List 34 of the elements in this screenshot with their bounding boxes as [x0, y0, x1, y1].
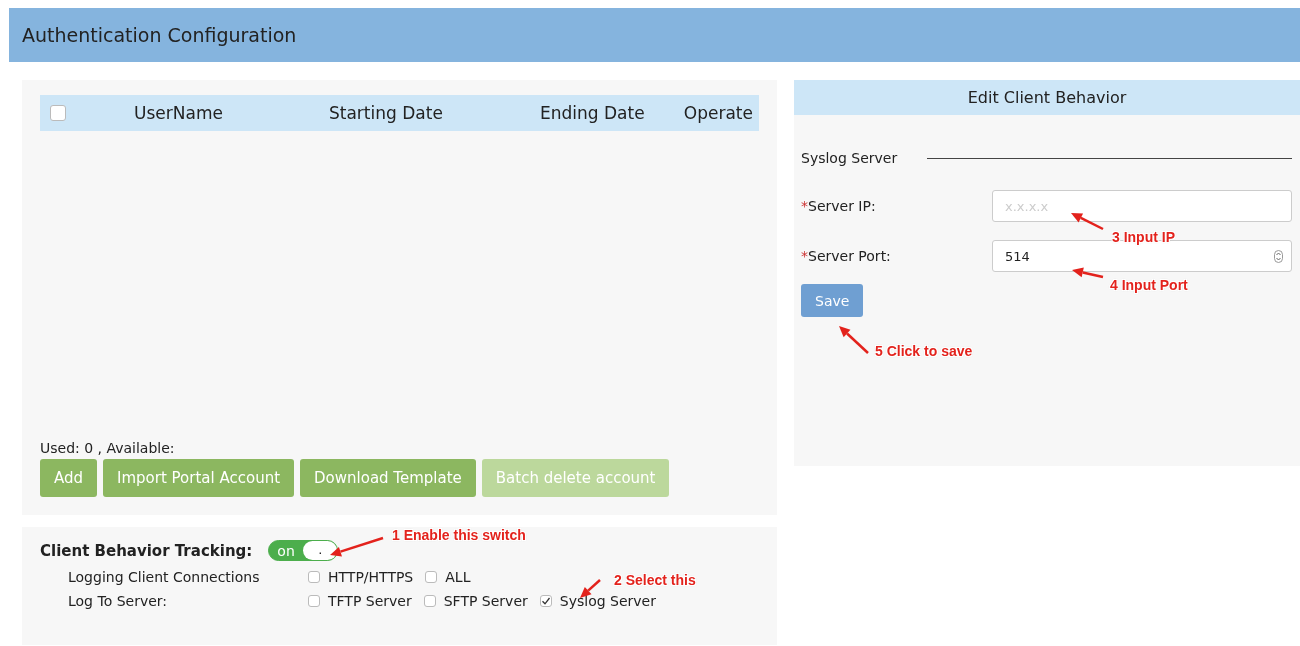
- checkbox[interactable]: [539, 595, 552, 607]
- option-label: SFTP Server: [443, 593, 528, 609]
- checkbox[interactable]: [425, 571, 438, 583]
- option-label: HTTP/HTTPS: [328, 569, 414, 585]
- panel-title: Edit Client Behavior: [794, 80, 1300, 115]
- annotation-label: 1 Enable this switch: [392, 527, 526, 543]
- column-header: Starting Date: [328, 103, 444, 123]
- save-button[interactable]: Save: [801, 284, 864, 317]
- column-header: UserName: [133, 103, 224, 123]
- row-label: Log To Server:: [68, 593, 169, 609]
- usage-text: Used: 0 , Available:: [40, 440, 176, 456]
- column-header: Operate: [682, 103, 754, 123]
- checkbox[interactable]: [308, 595, 320, 607]
- toggle-switch[interactable]: on .: [268, 540, 339, 561]
- checkbox[interactable]: [423, 595, 436, 607]
- action-button[interactable]: Add: [40, 459, 98, 497]
- spinner-icon[interactable]: [1274, 250, 1283, 263]
- action-button[interactable]: Download Template: [300, 459, 476, 497]
- section-label: Client Behavior Tracking:: [40, 541, 253, 560]
- option-label: TFTP Server: [328, 593, 412, 609]
- annotation-label: 2 Select this: [614, 572, 696, 588]
- checkbox[interactable]: [308, 571, 320, 583]
- row-label: Logging Client Connections: [68, 569, 261, 585]
- column-header: Ending Date: [539, 103, 646, 123]
- annotation-label: 5 Click to save: [875, 343, 973, 359]
- page-title: Authentication Configuration: [22, 24, 297, 46]
- field-label: *Server Port:: [801, 248, 892, 264]
- checkbox[interactable]: [50, 105, 66, 121]
- annotation-label: 4 Input Port: [1110, 277, 1188, 293]
- field-label: *Server IP:: [801, 198, 877, 214]
- section-heading: Syslog Server: [801, 150, 898, 166]
- action-button[interactable]: Import Portal Account: [103, 459, 295, 497]
- option-label: Syslog Server: [559, 593, 656, 609]
- option-label: ALL: [445, 569, 471, 585]
